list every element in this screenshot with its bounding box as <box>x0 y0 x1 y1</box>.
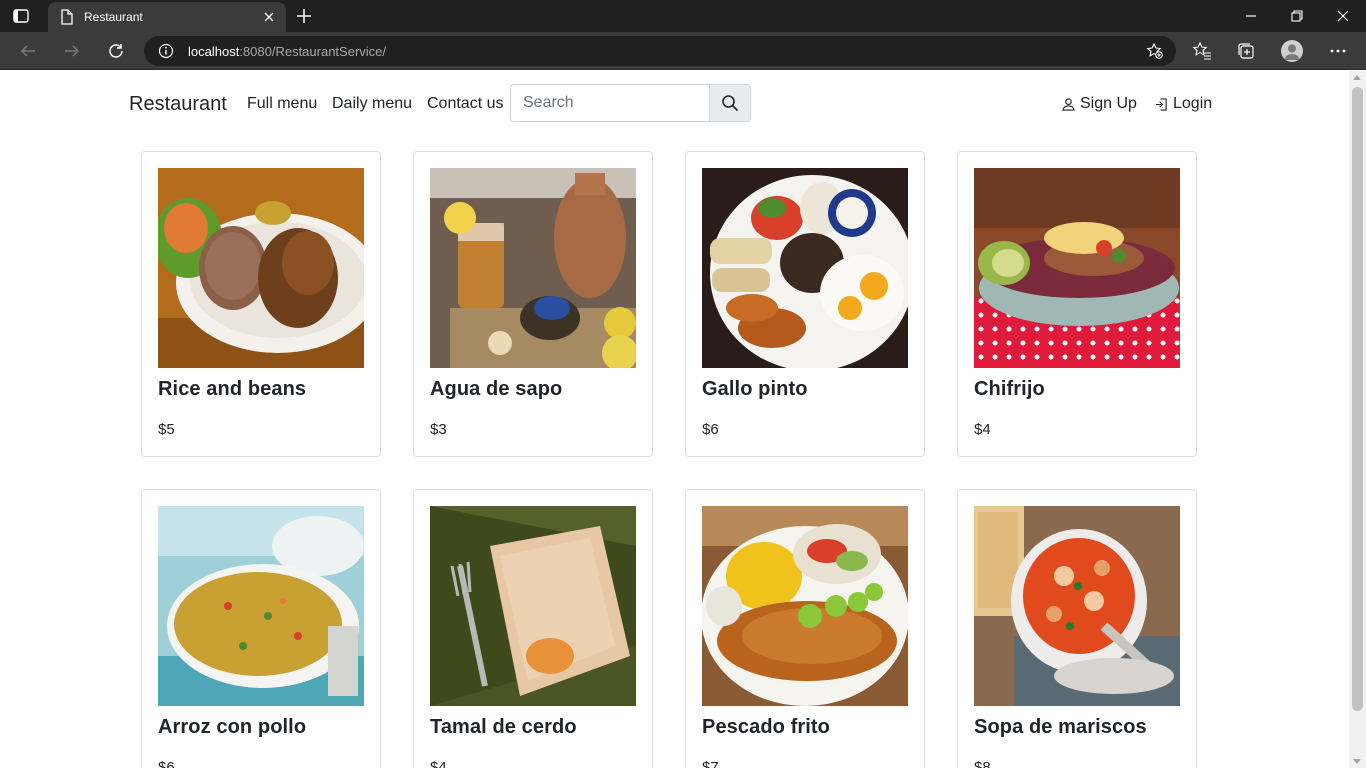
menu-card-pescado-frito[interactable]: Pescado frito $7 <box>685 489 925 768</box>
profile-avatar[interactable] <box>1281 40 1303 62</box>
dish-image <box>430 506 636 706</box>
site-info-icon[interactable] <box>158 43 174 59</box>
browser-tab[interactable]: Restaurant <box>48 2 286 32</box>
url-path: :8080/RestaurantService/ <box>239 44 387 59</box>
add-favorite-icon[interactable] <box>1146 42 1164 60</box>
login-link[interactable]: Login <box>1155 95 1212 113</box>
dish-price: $7 <box>702 759 719 768</box>
signup-link[interactable]: Sign Up <box>1062 95 1137 113</box>
dish-image <box>974 506 1180 706</box>
login-icon <box>1155 97 1167 111</box>
person-icon <box>1062 97 1075 111</box>
forward-icon[interactable] <box>61 40 83 62</box>
back-icon[interactable] <box>17 40 39 62</box>
dish-image <box>702 506 908 706</box>
search-icon <box>722 95 739 112</box>
dish-image <box>430 168 636 368</box>
dish-image <box>974 168 1180 368</box>
menu-card-arroz-con-pollo[interactable]: Arroz con pollo $6 <box>141 489 381 768</box>
dish-name: Chifrijo <box>974 378 1045 400</box>
close-window-icon[interactable] <box>1320 0 1366 32</box>
restore-icon[interactable] <box>1274 0 1320 32</box>
scroll-down-icon[interactable] <box>1353 759 1361 764</box>
dish-name: Rice and beans <box>158 378 307 400</box>
site-navbar: Restaurant Full menu Daily menu Contact … <box>0 71 1349 135</box>
collections-icon[interactable] <box>1235 40 1257 62</box>
browser-window: Restaurant localhost:8080/RestaurantServ… <box>0 0 1366 768</box>
scroll-up-icon[interactable] <box>1353 75 1361 80</box>
nav-daily-menu[interactable]: Daily menu <box>332 95 412 113</box>
dish-name: Pescado frito <box>702 716 830 738</box>
new-tab-icon[interactable] <box>295 7 313 25</box>
title-bar: Restaurant <box>0 0 1366 32</box>
minimize-icon[interactable] <box>1228 0 1274 32</box>
tab-actions-icon[interactable] <box>12 7 30 25</box>
more-icon[interactable] <box>1327 40 1349 62</box>
signup-label: Sign Up <box>1080 95 1137 112</box>
dish-price: $6 <box>702 421 719 438</box>
page-viewport: Restaurant Full menu Daily menu Contact … <box>0 71 1366 768</box>
page-icon <box>60 9 74 25</box>
search-form <box>510 84 751 122</box>
dish-price: $4 <box>430 759 447 768</box>
dish-image <box>158 168 364 368</box>
menu-card-chifrijo[interactable]: Chifrijo $4 <box>957 151 1197 457</box>
dish-price: $5 <box>158 421 175 438</box>
nav-contact-us[interactable]: Contact us <box>427 95 503 113</box>
url-host: localhost <box>188 44 240 59</box>
dish-name: Sopa de mariscos <box>974 716 1147 738</box>
search-button[interactable] <box>709 84 751 122</box>
refresh-icon[interactable] <box>105 40 127 62</box>
site-brand[interactable]: Restaurant <box>129 93 227 116</box>
nav-full-menu[interactable]: Full menu <box>247 95 317 113</box>
menu-card-tamal-de-cerdo[interactable]: Tamal de cerdo $4 <box>413 489 653 768</box>
menu-card-sopa-de-mariscos[interactable]: Sopa de mariscos $8 <box>957 489 1197 768</box>
dish-name: Tamal de cerdo <box>430 716 577 738</box>
favorites-icon[interactable] <box>1191 40 1213 62</box>
dish-price: $3 <box>430 421 447 438</box>
dish-image <box>702 168 908 368</box>
close-tab-icon[interactable] <box>262 10 276 24</box>
address-bar[interactable]: localhost:8080/RestaurantService/ <box>144 36 1176 66</box>
dish-name: Arroz con pollo <box>158 716 307 738</box>
browser-toolbar: localhost:8080/RestaurantService/ <box>0 32 1366 70</box>
dish-image <box>158 506 364 706</box>
menu-card-rice-and-beans[interactable]: Rice and beans $5 <box>141 151 381 457</box>
url-text[interactable]: localhost:8080/RestaurantService/ <box>188 44 386 59</box>
page-scrollbar[interactable] <box>1349 71 1366 768</box>
dish-price: $6 <box>158 759 175 768</box>
tab-title: Restaurant <box>84 10 143 24</box>
dish-name: Gallo pinto <box>702 378 808 400</box>
scrollbar-thumb[interactable] <box>1352 87 1363 711</box>
search-input[interactable] <box>510 84 710 122</box>
login-label: Login <box>1173 95 1213 112</box>
dish-price: $4 <box>974 421 991 438</box>
dish-name: Agua de sapo <box>430 378 563 400</box>
menu-card-agua-de-sapo[interactable]: Agua de sapo $3 <box>413 151 653 457</box>
menu-card-gallo-pinto[interactable]: Gallo pinto $6 <box>685 151 925 457</box>
dish-price: $8 <box>974 759 991 768</box>
